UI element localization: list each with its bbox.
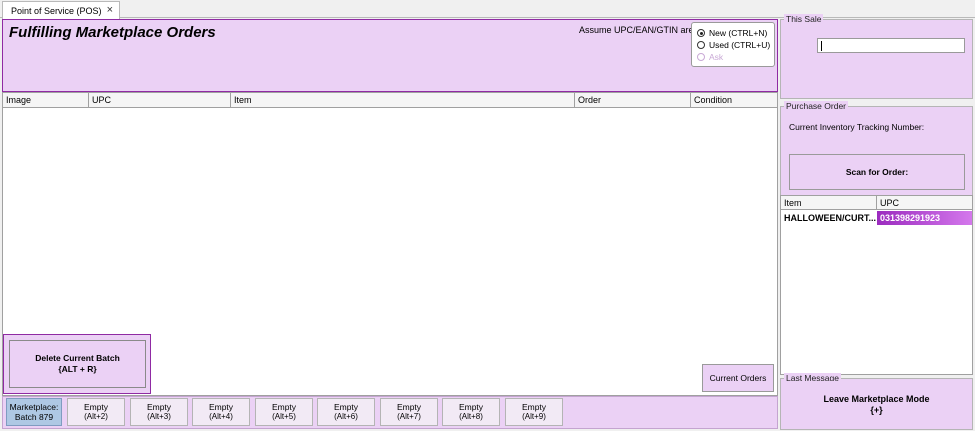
slot-label: Empty bbox=[333, 402, 359, 412]
table-row[interactable]: HALLOWEEN/CURT... 031398291923 bbox=[781, 211, 972, 225]
tab-pos[interactable]: Point of Service (POS) × bbox=[2, 1, 120, 19]
radio-unchecked-icon[interactable] bbox=[697, 41, 705, 49]
sale-items-header: Item UPC bbox=[781, 196, 972, 210]
row-upc-cell[interactable]: 031398291923 bbox=[877, 211, 972, 225]
this-sale-group: This Sale bbox=[780, 14, 973, 99]
marketplace-batch-button[interactable]: Marketplace: Batch 879 bbox=[6, 398, 62, 426]
delete-batch-label: Delete Current Batch bbox=[35, 353, 120, 363]
radio-disabled-icon bbox=[697, 53, 705, 61]
tab-close-icon[interactable]: × bbox=[107, 4, 113, 16]
scan-for-order-button[interactable]: Scan for Order: bbox=[789, 154, 965, 190]
slot-label: Empty bbox=[521, 402, 547, 412]
slot-shortcut: (Alt+2) bbox=[84, 412, 108, 421]
last-message-group: Last Message Leave Marketplace Mode {+} bbox=[780, 373, 973, 430]
this-sale-legend: This Sale bbox=[784, 14, 824, 24]
batch-slot-8[interactable]: Empty (Alt+8) bbox=[442, 398, 500, 426]
delete-batch-shortcut: {ALT + R} bbox=[58, 364, 97, 374]
slot-shortcut: (Alt+8) bbox=[459, 412, 483, 421]
header-panel: Fulfilling Marketplace Orders Assume UPC… bbox=[2, 19, 778, 92]
sale-items-grid[interactable]: Item UPC HALLOWEEN/CURT... 031398291923 bbox=[780, 195, 973, 375]
col-upc[interactable]: UPC bbox=[877, 196, 972, 210]
current-orders-button[interactable]: Current Orders bbox=[702, 364, 774, 392]
col-condition[interactable]: Condition bbox=[691, 93, 777, 108]
col-upc[interactable]: UPC bbox=[89, 93, 231, 108]
slot-label: Empty bbox=[271, 402, 297, 412]
tab-strip bbox=[0, 0, 975, 18]
radio-ask-label: Ask bbox=[709, 52, 724, 62]
radio-used-label: Used (CTRL+U) bbox=[709, 40, 771, 50]
slot-label: Empty bbox=[208, 402, 234, 412]
text-caret bbox=[821, 41, 822, 51]
batch-slot-7[interactable]: Empty (Alt+7) bbox=[380, 398, 438, 426]
slot-shortcut: (Alt+6) bbox=[334, 412, 358, 421]
batch-slot-3[interactable]: Empty (Alt+3) bbox=[130, 398, 188, 426]
col-order[interactable]: Order bbox=[575, 93, 691, 108]
delete-batch-panel: Delete Current Batch {ALT + R} bbox=[3, 334, 151, 394]
radio-checked-icon[interactable] bbox=[697, 29, 705, 37]
batch-slot-6[interactable]: Empty (Alt+6) bbox=[317, 398, 375, 426]
batch-slot-4[interactable]: Empty (Alt+4) bbox=[192, 398, 250, 426]
radio-used[interactable]: Used (CTRL+U) bbox=[697, 40, 770, 50]
batch-slot-5[interactable]: Empty (Alt+5) bbox=[255, 398, 313, 426]
leave-label: Leave Marketplace Mode bbox=[823, 393, 930, 404]
col-item[interactable]: Item bbox=[231, 93, 575, 108]
purchase-order-group: Purchase Order Current Inventory Trackin… bbox=[780, 101, 973, 196]
slot-label: Empty bbox=[83, 402, 109, 412]
tab-label: Point of Service (POS) bbox=[11, 5, 102, 16]
slot-label: Empty bbox=[458, 402, 484, 412]
slot-shortcut: (Alt+4) bbox=[209, 412, 233, 421]
batch-slot-2[interactable]: Empty (Alt+2) bbox=[67, 398, 125, 426]
leave-shortcut: {+} bbox=[870, 404, 883, 415]
radio-ask: Ask bbox=[697, 52, 723, 62]
sale-input[interactable] bbox=[817, 38, 965, 53]
row-item-cell[interactable]: HALLOWEEN/CURT... bbox=[781, 211, 877, 225]
purchase-order-legend: Purchase Order bbox=[784, 101, 848, 111]
batch-slot-9[interactable]: Empty (Alt+9) bbox=[505, 398, 563, 426]
page-title: Fulfilling Marketplace Orders bbox=[9, 24, 216, 41]
radio-new[interactable]: New (CTRL+N) bbox=[697, 28, 767, 38]
slot-shortcut: (Alt+9) bbox=[522, 412, 546, 421]
slot-shortcut: (Alt+3) bbox=[147, 412, 171, 421]
batch-bar: Marketplace: Batch 879 Empty (Alt+2) Emp… bbox=[2, 396, 778, 429]
radio-new-label: New (CTRL+N) bbox=[709, 28, 768, 38]
grid-header: Image UPC Item Order Condition bbox=[3, 93, 777, 108]
assume-label: Assume UPC/EAN/GTIN are: bbox=[579, 25, 697, 35]
slot-shortcut: (Alt+5) bbox=[272, 412, 296, 421]
col-item[interactable]: Item bbox=[781, 196, 877, 210]
slot-shortcut: (Alt+7) bbox=[397, 412, 421, 421]
delete-batch-button[interactable]: Delete Current Batch {ALT + R} bbox=[9, 340, 146, 388]
marketplace-label: Marketplace: bbox=[9, 402, 59, 412]
slot-label: Empty bbox=[396, 402, 422, 412]
leave-marketplace-button[interactable]: Leave Marketplace Mode {+} bbox=[782, 381, 971, 428]
batch-number: Batch 879 bbox=[14, 412, 54, 422]
condition-radio-group: New (CTRL+N) Used (CTRL+U) Ask bbox=[691, 22, 775, 67]
tracking-number-label: Current Inventory Tracking Number: bbox=[789, 122, 925, 132]
slot-label: Empty bbox=[146, 402, 172, 412]
col-image[interactable]: Image bbox=[3, 93, 89, 108]
